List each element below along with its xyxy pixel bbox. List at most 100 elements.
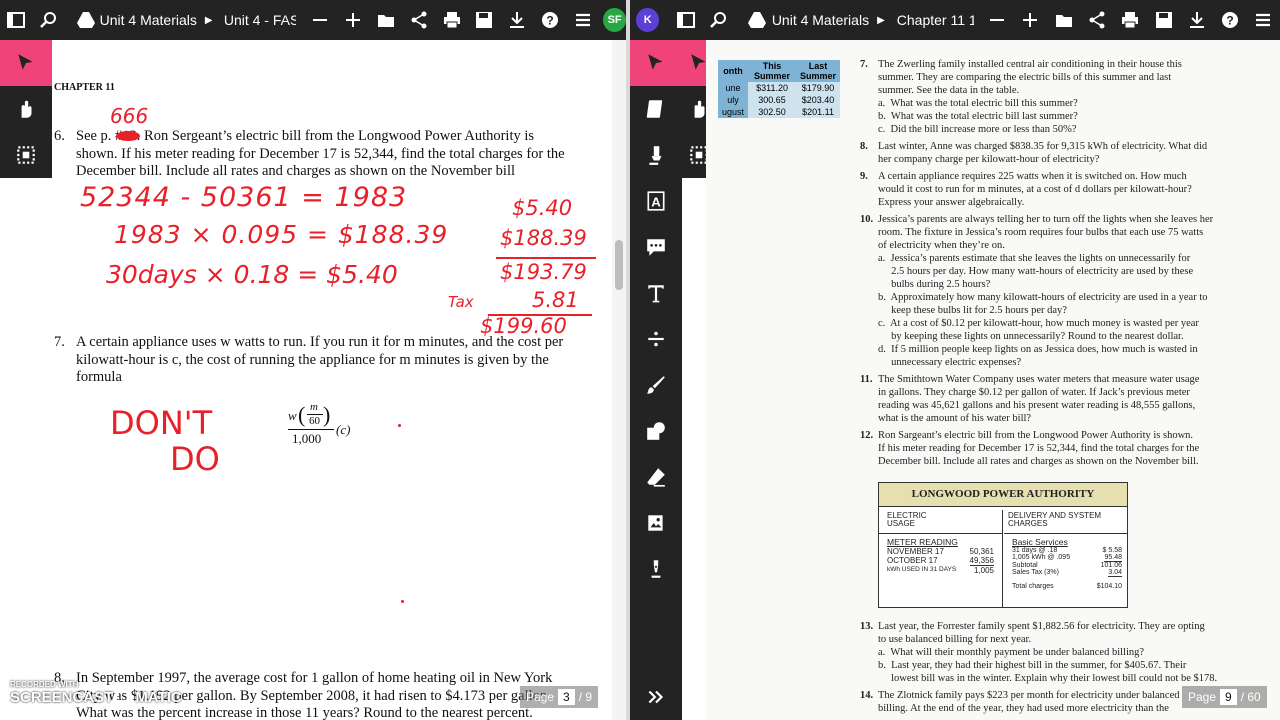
sidebar-toggle-icon[interactable] — [4, 7, 29, 33]
breadcrumb-unit4[interactable]: Unit 4 Materials ▶ — [742, 7, 885, 33]
share-icon[interactable] — [1084, 7, 1109, 33]
download-icon[interactable] — [1184, 7, 1209, 33]
handwritten-tax-label: Tax — [448, 293, 474, 311]
search-icon[interactable] — [37, 7, 62, 33]
question-line: Express your answer algebraically. — [878, 197, 1025, 208]
save-icon[interactable] — [472, 7, 497, 33]
handwritten-sum-1: $5.40 — [512, 196, 573, 220]
question-item: 10. Jessica’s parents are always telling … — [860, 213, 1240, 369]
question-number: 13. — [860, 621, 874, 632]
question-line: b. Last year, they had their highest bil… — [878, 660, 1187, 671]
save-icon[interactable] — [1151, 7, 1176, 33]
zoom-in-icon[interactable] — [1018, 7, 1043, 33]
print-icon[interactable] — [439, 7, 464, 33]
question-line: d. If 5 million people keep lights on as… — [878, 344, 1198, 355]
signature-icon[interactable] — [630, 546, 682, 592]
question-line: reading was 45,621 gallons and his prese… — [878, 400, 1196, 411]
highlighter-icon[interactable] — [630, 132, 682, 178]
hand-pan-icon[interactable] — [0, 86, 52, 132]
print-icon[interactable] — [1118, 7, 1143, 33]
question-line: keep these bulbs lit for 2.5 hours per d… — [878, 305, 1067, 316]
breadcrumb-unit4-fas[interactable]: Unit 4 - FAS — [224, 12, 296, 28]
avatar[interactable]: SF — [603, 8, 626, 32]
zoom-out-icon[interactable] — [984, 7, 1009, 33]
breadcrumb-unit4[interactable]: Unit 4 Materials ▶ — [72, 7, 212, 33]
question-line: The Smithtown Water Company uses water m… — [878, 374, 1200, 385]
question-item: 7. The Zwerling family installed central … — [860, 58, 1240, 136]
dictionary-book-icon[interactable] — [630, 86, 682, 132]
folder-icon[interactable] — [1051, 7, 1076, 33]
question-item: 8. Last winter, Anne was charged $838.35 … — [860, 140, 1240, 166]
question-line: b. What was the total electric bill last… — [878, 111, 1078, 122]
scrollbar-thumb[interactable] — [615, 240, 623, 290]
question-number: 9. — [860, 171, 868, 182]
left-scrollbar[interactable] — [612, 40, 626, 720]
longwood-bill: LONGWOOD POWER AUTHORITY ELECTRIC USAGE … — [878, 482, 1128, 608]
ink-dot — [401, 600, 404, 603]
expand-toolbar-icon[interactable] — [630, 674, 682, 720]
menu-icon[interactable] — [1251, 7, 1276, 33]
comment-icon[interactable] — [630, 224, 682, 270]
select-arrow-icon[interactable] — [630, 40, 682, 86]
drive-icon — [76, 7, 96, 33]
question-list: 7. The Zwerling family installed central … — [860, 58, 1240, 472]
question-line: December bill. Include all rates and cha… — [878, 456, 1199, 467]
help-icon[interactable]: ? — [1217, 7, 1242, 33]
question-line: lowest bill was in the winter. Explain w… — [878, 673, 1218, 684]
zoom-in-icon[interactable] — [341, 7, 366, 33]
question-line: a. What will their monthly payment be un… — [878, 647, 1145, 658]
question-number: 11. — [860, 374, 873, 385]
summer-bill-table: onth This Summer Last Summer une $311.20 $… — [718, 60, 841, 118]
breadcrumb-chapter11[interactable]: Chapter 11 1 — [897, 12, 975, 28]
menu-icon[interactable] — [570, 7, 595, 33]
question-line: c. At a cost of $0.12 per kilowatt-hour,… — [878, 318, 1199, 329]
sum-underline — [496, 257, 596, 259]
area-select-icon[interactable] — [0, 132, 52, 178]
drive-icon — [746, 7, 768, 33]
question-line: If his meter reading for December 17 is … — [878, 443, 1200, 454]
question-line: Last winter, Anne was charged $838.35 fo… — [878, 141, 1208, 152]
text-tool-icon[interactable] — [630, 270, 682, 316]
page-number-input[interactable]: 3 — [558, 689, 575, 705]
folder-icon[interactable] — [373, 7, 398, 33]
right-document-pane: K Unit 4 Materials ▶ Chapter 11 1 ? A on… — [630, 0, 1280, 720]
question-line: b. Approximately how many kilowatt-hours… — [878, 292, 1208, 303]
sidebar-toggle-icon[interactable] — [673, 7, 698, 33]
page-number-input[interactable]: 9 — [1220, 689, 1237, 705]
drawing-brush-icon[interactable] — [630, 362, 682, 408]
help-icon[interactable]: ? — [538, 7, 563, 33]
handwritten-line-3: 30days × 0.18 = $5.40 — [106, 260, 398, 289]
zoom-out-icon[interactable] — [308, 7, 333, 33]
question-number: 10. — [860, 214, 874, 225]
text-box-icon[interactable]: A — [630, 178, 682, 224]
question-line: unnecessary electric expenses? — [878, 357, 1022, 368]
handwritten-tax-value: 5.81 — [532, 288, 579, 312]
question-number: 12. — [860, 430, 874, 441]
kami-logo: K — [636, 8, 660, 32]
handwritten-total: $199.60 — [480, 314, 567, 338]
question-number: 8. — [860, 141, 868, 152]
left-toolbar: Unit 4 Materials ▶ Unit 4 - FAS ? SF — [0, 0, 626, 40]
handwritten-sum-3: $193.79 — [500, 260, 587, 284]
question-line: Ron Sargeant’s electric bill from the Lo… — [878, 430, 1194, 441]
caret-right-icon: ▶ — [877, 14, 885, 26]
question-line: what is the amount of his water bill? — [878, 413, 1032, 424]
add-image-icon[interactable] — [630, 500, 682, 546]
handwritten-page-ref: 666 — [110, 104, 149, 128]
scribble-mark — [116, 131, 140, 141]
table-row: uly 300.65 $203.40 — [718, 94, 840, 106]
ink-dot — [398, 424, 401, 427]
handwritten-do: DO — [170, 440, 220, 478]
watermark-logo-icon — [115, 689, 134, 708]
search-icon[interactable] — [707, 7, 732, 33]
share-icon[interactable] — [406, 7, 431, 33]
eraser-icon[interactable] — [630, 454, 682, 500]
equation-icon[interactable] — [630, 316, 682, 362]
question-line: Last year, the Forrester family spent $1… — [878, 621, 1205, 632]
download-icon[interactable] — [505, 7, 530, 33]
question-line: in gallons. They charge $0.12 per gallon… — [878, 387, 1190, 398]
question-line: c. Did the bill increase more or less th… — [878, 124, 1077, 135]
shapes-icon[interactable] — [630, 408, 682, 454]
select-arrow-icon[interactable] — [0, 40, 52, 86]
question-item: 9. A certain appliance requires 225 watts… — [860, 170, 1240, 209]
